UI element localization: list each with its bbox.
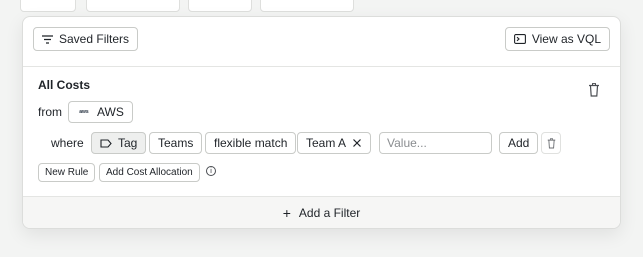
trash-icon bbox=[547, 137, 555, 148]
info-icon[interactable]: i bbox=[206, 166, 216, 176]
delete-rule-trash-icon[interactable] bbox=[588, 83, 600, 97]
tag-label: Tag bbox=[118, 136, 138, 150]
filter-lines-icon bbox=[42, 34, 53, 44]
add-value-label: Add bbox=[508, 136, 530, 150]
match-type-chip[interactable]: flexible match bbox=[205, 132, 297, 154]
remove-value-close-icon[interactable] bbox=[352, 138, 362, 148]
provider-label: AWS bbox=[97, 105, 124, 119]
provider-select[interactable]: aws AWS bbox=[68, 101, 133, 123]
saved-filters-button[interactable]: Saved Filters bbox=[33, 27, 139, 51]
tag-dimension-chip[interactable]: Tag bbox=[91, 132, 147, 154]
rule-title: All Costs bbox=[38, 78, 91, 92]
aws-logo-icon: aws bbox=[79, 108, 89, 115]
background-tab bbox=[20, 0, 76, 12]
background-tabs bbox=[20, 0, 623, 12]
selected-value-label: Team A bbox=[306, 136, 347, 150]
value-input[interactable]: Value... bbox=[379, 132, 492, 154]
plus-icon: + bbox=[282, 204, 291, 221]
where-label: where bbox=[51, 136, 84, 150]
delete-condition-button[interactable] bbox=[541, 132, 561, 154]
tag-key-chip[interactable]: Teams bbox=[149, 132, 203, 154]
add-value-button[interactable]: Add bbox=[499, 132, 539, 154]
filter-toolbar: Saved Filters View as VQL bbox=[23, 17, 620, 67]
add-filter-button[interactable]: + Add a Filter bbox=[23, 196, 620, 228]
from-label: from bbox=[38, 105, 62, 119]
add-filter-label: Add a Filter bbox=[298, 205, 361, 220]
background-tab bbox=[86, 0, 180, 12]
terminal-icon bbox=[513, 34, 526, 44]
tag-icon bbox=[100, 138, 112, 148]
match-type-label: flexible match bbox=[214, 136, 288, 150]
filter-rule: All Costs from aws AWS where Tag Teams f… bbox=[23, 67, 620, 198]
background-tab bbox=[188, 0, 252, 12]
add-cost-allocation-button[interactable]: Add Cost Allocation bbox=[99, 163, 200, 182]
new-rule-button[interactable]: New Rule bbox=[38, 163, 96, 182]
background-tab bbox=[260, 0, 354, 12]
view-as-vql-button[interactable]: View as VQL bbox=[504, 27, 610, 51]
saved-filters-label: Saved Filters bbox=[59, 32, 130, 46]
tag-key-label: Teams bbox=[158, 136, 194, 150]
view-as-vql-label: View as VQL bbox=[531, 32, 601, 46]
selected-value-chip[interactable]: Team A bbox=[297, 132, 372, 154]
filter-panel: Saved Filters View as VQL All Costs from… bbox=[22, 16, 621, 229]
